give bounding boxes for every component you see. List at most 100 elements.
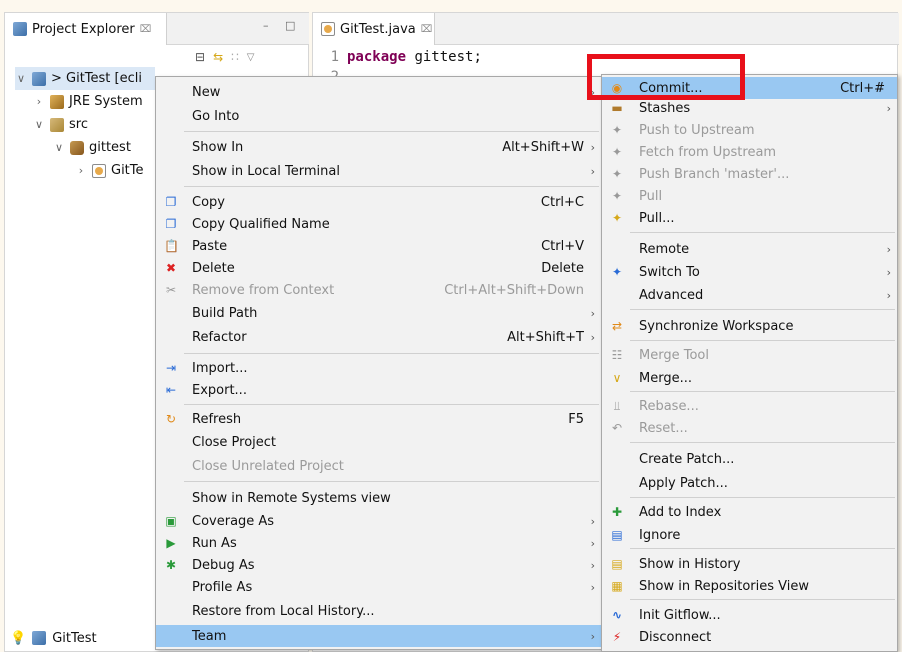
menu-item-build-path[interactable]: Build Path ›	[156, 302, 601, 324]
menu-item-stashes[interactable]: ▬ Stashes ›	[602, 97, 897, 119]
menu-item-label: Fetch from Upstream	[639, 144, 777, 160]
link-with-editor-icon[interactable]: ⇆	[213, 50, 223, 64]
collapse-all-icon[interactable]: ⊟	[195, 50, 205, 64]
context-menu: New › Go Into Show In Alt+Shift+W › Show…	[155, 76, 602, 650]
menu-item-create-patch[interactable]: Create Patch...	[602, 448, 897, 470]
menu-item-restore-local-history[interactable]: Restore from Local History...	[156, 600, 601, 622]
debug-icon: ✱	[165, 558, 177, 572]
menu-item-label: Synchronize Workspace	[639, 318, 794, 334]
menu-shortcut: Ctrl+V	[541, 238, 584, 254]
menu-item-run-as[interactable]: ▶ Run As ›	[156, 532, 601, 554]
menu-item-label: Pull	[639, 188, 663, 204]
tree-item-label: > GitTest [ecli	[51, 71, 142, 86]
gitflow-icon: ∿	[611, 608, 623, 622]
menu-item-push-to-upstream[interactable]: ✦ Push to Upstream	[602, 119, 897, 141]
menu-item-refactor[interactable]: Refactor Alt+Shift+T ›	[156, 326, 601, 348]
menu-item-rebase[interactable]: ⫫ Rebase...	[602, 395, 897, 417]
rebase-icon: ⫫	[613, 398, 621, 413]
code-text: gittest;	[406, 49, 482, 65]
delete-icon: ✖	[165, 261, 177, 275]
menu-item-debug-as[interactable]: ✱ Debug As ›	[156, 554, 601, 576]
menu-item-show-in-remote-systems[interactable]: Show in Remote Systems view	[156, 487, 601, 509]
menu-item-add-to-index[interactable]: ✚ Add to Index	[602, 501, 897, 523]
tree-item-label: JRE System	[69, 94, 143, 109]
switch-branch-icon: ✦	[611, 265, 623, 279]
submenu-arrow-icon: ›	[886, 242, 891, 256]
menu-item-export[interactable]: ⇤ Export...	[156, 379, 601, 401]
menu-item-switch-to[interactable]: ✦ Switch To ›	[602, 261, 897, 283]
menu-item-refresh[interactable]: ↻ Refresh F5	[156, 408, 601, 430]
menu-item-close-unrelated-project[interactable]: Close Unrelated Project	[156, 455, 601, 477]
tree-item-gittest-project[interactable]: ∨ > GitTest [ecli	[15, 67, 155, 90]
pull-dialog-icon: ✦	[611, 211, 623, 225]
coverage-icon: ▣	[165, 514, 177, 528]
menu-item-advanced[interactable]: Advanced ›	[602, 284, 897, 306]
menu-item-label: Build Path	[192, 305, 258, 321]
menu-item-disconnect[interactable]: ⚡ Disconnect	[602, 626, 897, 648]
menu-item-pull[interactable]: ✦ Pull	[602, 185, 897, 207]
menu-item-label: Init Gitflow...	[639, 607, 721, 623]
menu-item-merge[interactable]: ∨ Merge...	[602, 367, 897, 389]
menu-item-show-in-history[interactable]: ▤ Show in History	[602, 553, 897, 575]
close-icon[interactable]: ⌧	[140, 24, 152, 35]
menu-item-label: Close Unrelated Project	[192, 458, 344, 474]
stashes-icon: ▬	[611, 101, 623, 115]
filter-icon[interactable]: ∷	[231, 50, 239, 64]
menu-item-remote[interactable]: Remote ›	[602, 238, 897, 260]
chevron-right-icon[interactable]: ›	[75, 164, 87, 177]
menu-item-pull-dialog[interactable]: ✦ Pull...	[602, 207, 897, 229]
chevron-right-icon[interactable]: ›	[33, 95, 45, 108]
chevron-down-icon[interactable]: ∨	[33, 118, 45, 131]
menu-item-copy[interactable]: ❐ Copy Ctrl+C	[156, 191, 601, 213]
menu-item-label: New	[192, 84, 221, 100]
menu-item-paste[interactable]: 📋 Paste Ctrl+V	[156, 235, 601, 257]
editor-tab-gittest-java[interactable]: GitTest.java ⌧	[313, 13, 435, 45]
menu-item-fetch-from-upstream[interactable]: ✦ Fetch from Upstream	[602, 141, 897, 163]
menu-item-new[interactable]: New ›	[156, 81, 601, 103]
menu-separator	[630, 391, 895, 392]
menu-item-init-gitflow[interactable]: ∿ Init Gitflow...	[602, 604, 897, 626]
menu-separator	[184, 186, 599, 187]
submenu-arrow-icon: ›	[590, 558, 595, 572]
menu-item-ignore[interactable]: ▤ Ignore	[602, 524, 897, 546]
menu-item-apply-patch[interactable]: Apply Patch...	[602, 472, 897, 494]
menu-item-profile-as[interactable]: Profile As ›	[156, 576, 601, 598]
menu-item-label: Remove from Context	[192, 282, 335, 298]
menu-item-show-in-local-terminal[interactable]: Show in Local Terminal ›	[156, 160, 601, 182]
menu-item-coverage-as[interactable]: ▣ Coverage As ›	[156, 510, 601, 532]
project-icon	[32, 631, 47, 645]
minimize-icon[interactable]: –	[263, 19, 269, 32]
package-icon	[70, 140, 84, 155]
submenu-arrow-icon: ›	[590, 536, 595, 550]
menu-item-close-project[interactable]: Close Project	[156, 431, 601, 453]
menu-item-go-into[interactable]: Go Into	[156, 105, 601, 127]
close-icon[interactable]: ⌧	[421, 24, 433, 35]
submenu-arrow-icon: ›	[886, 101, 891, 115]
menu-item-label: Restore from Local History...	[192, 603, 375, 619]
menu-separator	[630, 340, 895, 341]
menu-item-show-in-repositories-view[interactable]: ▦ Show in Repositories View	[602, 575, 897, 597]
project-explorer-tab[interactable]: Project Explorer ⌧	[5, 13, 167, 45]
menu-separator	[630, 309, 895, 310]
menu-item-delete[interactable]: ✖ Delete Delete	[156, 257, 601, 279]
submenu-arrow-icon: ›	[590, 629, 595, 643]
menu-item-import[interactable]: ⇥ Import...	[156, 357, 601, 379]
disconnect-icon: ⚡	[612, 630, 622, 644]
chevron-down-icon[interactable]: ∨	[53, 141, 65, 154]
menu-item-show-in[interactable]: Show In Alt+Shift+W ›	[156, 136, 601, 158]
view-menu-icon[interactable]: ▽	[247, 52, 255, 63]
menu-item-copy-qualified-name[interactable]: ❐ Copy Qualified Name	[156, 213, 601, 235]
menu-item-team[interactable]: Team ›	[156, 625, 601, 647]
menu-shortcut: Alt+Shift+W	[502, 139, 584, 155]
status-label: GitTest	[52, 630, 97, 646]
menu-item-label: Apply Patch...	[639, 475, 728, 491]
maximize-icon[interactable]: □	[285, 19, 295, 32]
chevron-down-icon[interactable]: ∨	[15, 72, 27, 85]
push-upstream-icon: ✦	[611, 123, 623, 137]
menu-item-merge-tool[interactable]: ☷ Merge Tool	[602, 344, 897, 366]
menu-item-push-branch[interactable]: ✦ Push Branch 'master'...	[602, 163, 897, 185]
menu-item-label: Import...	[192, 360, 248, 376]
menu-item-reset[interactable]: ↶ Reset...	[602, 417, 897, 439]
menu-item-remove-from-context[interactable]: ✂ Remove from Context Ctrl+Alt+Shift+Dow…	[156, 279, 601, 301]
menu-item-synchronize-workspace[interactable]: ⇄ Synchronize Workspace	[602, 315, 897, 337]
